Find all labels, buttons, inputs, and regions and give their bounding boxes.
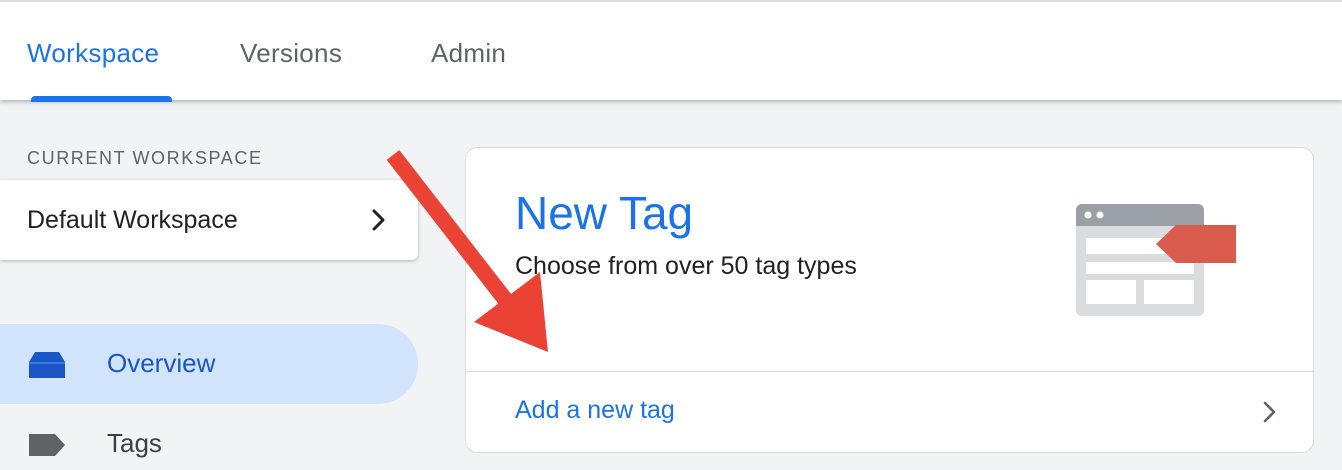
- sidebar-item-overview[interactable]: Overview: [0, 324, 418, 404]
- card-title[interactable]: New Tag: [515, 186, 693, 240]
- sidebar-item-label: Tags: [107, 428, 162, 458]
- card-subtitle: Choose from over 50 tag types: [515, 252, 857, 280]
- tab-admin[interactable]: Admin: [431, 38, 506, 69]
- sidebar-item-tags[interactable]: Tags: [0, 404, 418, 470]
- top-tab-bar: Workspace Versions Admin: [0, 0, 1342, 102]
- sidebar-item-label: Overview: [107, 348, 216, 378]
- overview-icon: [29, 352, 65, 378]
- add-new-tag-label: Add a new tag: [515, 396, 675, 424]
- tab-versions[interactable]: Versions: [240, 38, 342, 69]
- workspace-selector[interactable]: Default Workspace: [0, 180, 418, 260]
- new-tag-card: New Tag Choose from over 50 tag types Ad…: [465, 147, 1314, 453]
- tag-browser-illustration: [1076, 204, 1236, 316]
- gtm-workspace-page: Workspace Versions Admin CURRENT WORKSPA…: [0, 0, 1342, 470]
- tag-icon: [29, 434, 65, 456]
- active-tab-indicator: [31, 96, 172, 102]
- workspace-name: Default Workspace: [27, 206, 238, 234]
- add-new-tag-button[interactable]: Add a new tag: [466, 372, 1313, 452]
- chevron-right-icon: [372, 209, 385, 231]
- chevron-right-icon: [1263, 401, 1276, 423]
- current-workspace-heading: CURRENT WORKSPACE: [27, 148, 263, 168]
- tab-workspace[interactable]: Workspace: [27, 38, 159, 69]
